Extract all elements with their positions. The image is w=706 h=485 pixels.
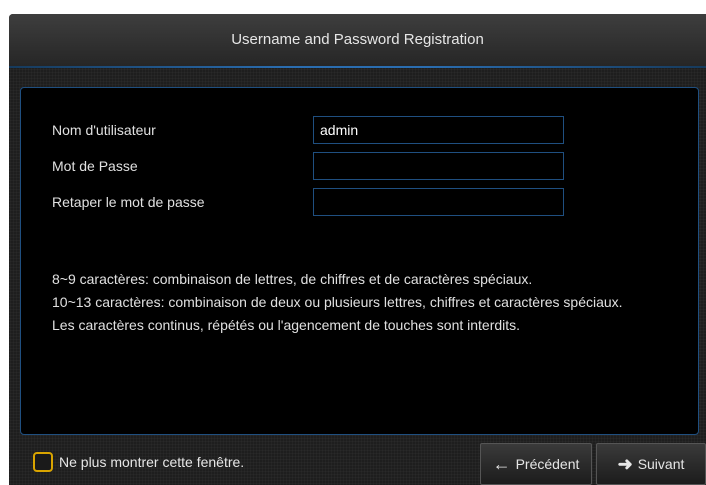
username-input[interactable] (313, 116, 564, 144)
arrow-left-icon: ← (492, 453, 511, 474)
dont-show-again-toggle[interactable]: Ne plus montrer cette fenêtre. (33, 452, 244, 472)
previous-button-label: Précédent (515, 456, 580, 472)
arrow-right-icon: ➜ (617, 453, 633, 474)
confirm-password-input[interactable] (313, 188, 564, 216)
dont-show-label: Ne plus montrer cette fenêtre. (59, 454, 245, 470)
next-button-label: Suivant (637, 456, 685, 472)
username-label: Nom d'utilisateur (52, 122, 156, 138)
password-label: Mot de Passe (52, 158, 138, 174)
next-button[interactable]: ➜ Suivant (596, 443, 706, 485)
dont-show-checkbox[interactable] (33, 452, 53, 472)
password-rule-2: 10~13 caractères: combinaison de deux ou… (52, 294, 623, 310)
title-divider (9, 66, 706, 68)
dialog-titlebar: Username and Password Registration (9, 14, 706, 66)
form-panel: Nom d'utilisateur Mot de Passe Retaper l… (20, 87, 699, 435)
confirm-password-label: Retaper le mot de passe (52, 194, 205, 210)
password-rules: 8~9 caractères: combinaison de lettres, … (52, 268, 682, 337)
password-rule-1: 8~9 caractères: combinaison de lettres, … (52, 271, 533, 287)
password-rule-3: Les caractères continus, répétés ou l'ag… (52, 317, 521, 333)
registration-dialog: Username and Password Registration Nom d… (9, 14, 706, 485)
dialog-title: Username and Password Registration (231, 30, 484, 48)
previous-button[interactable]: ← Précédent (480, 443, 592, 485)
password-input[interactable] (313, 152, 564, 180)
